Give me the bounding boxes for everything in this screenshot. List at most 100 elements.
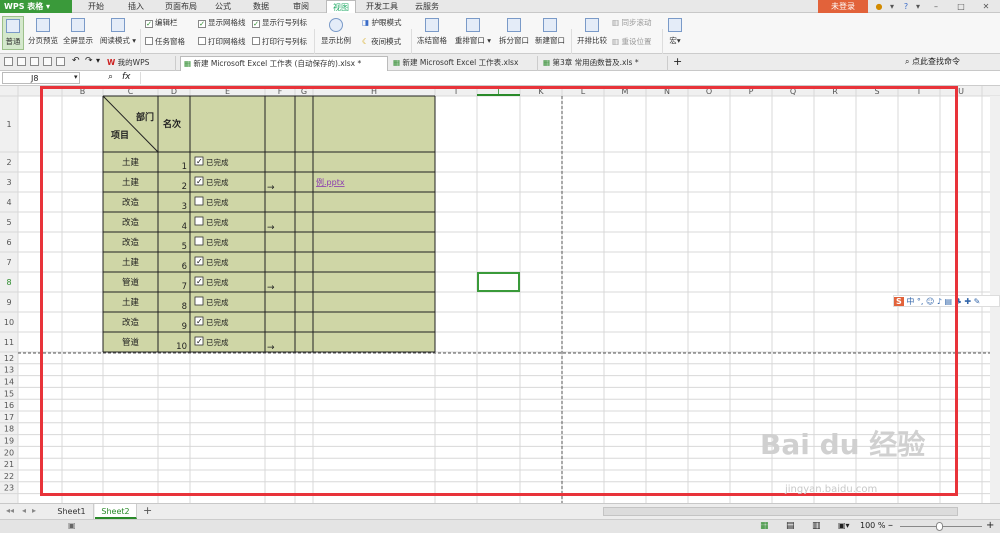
row-header-4[interactable]: 4 — [6, 198, 11, 207]
punctuation-icon[interactable]: °, — [917, 297, 924, 306]
zoom-out-icon[interactable]: – — [888, 520, 893, 531]
column-header-i[interactable]: I — [455, 87, 457, 96]
side-by-side-button[interactable]: 开排比较 — [574, 18, 610, 46]
column-header-m[interactable]: M — [622, 87, 629, 96]
item-cell[interactable]: 管道 — [122, 277, 140, 288]
formula-bar-checkbox[interactable]: ✓ 编辑栏 — [145, 17, 178, 28]
row-header-23[interactable]: 23 — [4, 484, 14, 493]
status-checkbox[interactable] — [194, 296, 204, 306]
headings-checkbox[interactable]: ✓ 显示行号列标 — [252, 17, 307, 28]
rank-cell[interactable]: 3 — [182, 202, 187, 212]
night-mode-button[interactable]: ☾ 夜间模式 — [362, 36, 401, 47]
rank-cell[interactable]: 6 — [182, 262, 187, 272]
item-cell[interactable]: 土建 — [122, 257, 140, 268]
login-button[interactable]: 未登录 — [818, 0, 868, 13]
help-icon[interactable]: ? — [900, 0, 912, 13]
zoom-preset-icon[interactable]: ▣▾ — [838, 521, 850, 530]
fx-icon[interactable]: fx — [122, 72, 131, 82]
zoom-in-icon[interactable]: + — [986, 520, 994, 531]
row-header-18[interactable]: 18 — [4, 425, 14, 434]
row-header-1[interactable]: 1 — [6, 120, 11, 129]
row-header-14[interactable]: 14 — [4, 378, 14, 387]
rank-cell[interactable]: 5 — [182, 242, 187, 252]
namebox-dropdown-icon[interactable]: ▾ — [74, 73, 78, 81]
row-header-15[interactable]: 15 — [4, 389, 14, 398]
gridlines-checkbox[interactable]: ✓ 显示网格线 — [198, 17, 246, 28]
tab-new-workbook[interactable]: ▦ 新建 Microsoft Excel 工作表.xlsx — [390, 56, 538, 71]
column-header-e[interactable]: E — [225, 87, 230, 96]
sheet-tab-sheet2[interactable]: Sheet2 — [95, 504, 137, 519]
ime-toolbar[interactable]: S 中 °, ☺ ♪ ▤ ♣ ✚ ✎ — [893, 295, 1000, 307]
item-cell[interactable]: 改造 — [122, 197, 140, 208]
macro-record-icon[interactable]: ▣ — [68, 521, 76, 530]
print-icon[interactable] — [43, 57, 52, 66]
menu-tab-home[interactable]: 开始 — [82, 0, 110, 13]
menu-tab-data[interactable]: 数据 — [246, 0, 276, 13]
rank-cell[interactable]: 9 — [182, 322, 187, 332]
menu-tab-review[interactable]: 审阅 — [286, 0, 316, 13]
print-gridlines-checkbox[interactable]: 打印网格线 — [198, 36, 246, 47]
tab-autosaved-workbook[interactable]: ▦ 新建 Microsoft Excel 工作表 (自动保存的).xlsx * — [180, 56, 388, 71]
row-header-22[interactable]: 22 — [4, 472, 14, 481]
undo-icon[interactable]: ↶ — [72, 56, 80, 66]
hyperlink-cell[interactable]: 例.pptx — [316, 177, 345, 187]
status-checkbox[interactable] — [194, 236, 204, 246]
row-header-2[interactable]: 2 — [6, 158, 11, 167]
arrow-cell[interactable]: → — [267, 223, 275, 233]
reset-position-button[interactable]: ▥ 重设位置 — [612, 36, 651, 47]
page-break-preview-button[interactable]: 分页预览 — [26, 18, 60, 46]
rank-cell[interactable]: 1 — [182, 162, 187, 172]
item-cell[interactable]: 土建 — [122, 297, 140, 308]
row-header-5[interactable]: 5 — [6, 218, 11, 227]
maximize-icon[interactable]: □ — [955, 0, 967, 13]
zoom-cell-icon[interactable]: ⌕ — [108, 72, 113, 82]
row-header-13[interactable]: 13 — [4, 366, 14, 375]
preview-icon[interactable] — [56, 57, 65, 66]
rank-cell[interactable]: 7 — [182, 282, 187, 292]
new-window-button[interactable]: 新建窗口 — [532, 18, 568, 46]
column-header-t[interactable]: T — [916, 87, 922, 96]
tab-chapter3[interactable]: ▦ 第3章 常用函数普及.xls * — [540, 56, 668, 71]
row-header-20[interactable]: 20 — [4, 448, 14, 457]
first-sheet-icon[interactable]: ◂◂ — [6, 506, 14, 515]
menu-tab-cloud[interactable]: 云服务 — [410, 0, 444, 13]
zoom-button[interactable]: 显示比例 — [318, 18, 354, 46]
freeze-panes-button[interactable]: 冻结窗格 — [414, 18, 450, 46]
column-header-h[interactable]: H — [371, 87, 377, 96]
eye-protection-button[interactable]: ◨ 护眼模式 — [362, 17, 401, 28]
prev-sheet-icon[interactable]: ◂ — [22, 506, 26, 515]
horizontal-scrollbar[interactable] — [603, 507, 958, 516]
settings-icon[interactable]: ▾ — [886, 0, 898, 13]
print-headings-checkbox[interactable]: 打印行号列标 — [252, 36, 307, 47]
customize-icon[interactable]: ▾ — [96, 56, 100, 65]
column-header-g[interactable]: G — [301, 87, 307, 96]
menu-tab-layout[interactable]: 页面布局 — [160, 0, 202, 13]
column-header-f[interactable]: F — [278, 87, 283, 96]
status-checkbox[interactable] — [194, 216, 204, 226]
column-header-o[interactable]: O — [706, 87, 712, 96]
rank-cell[interactable]: 8 — [182, 302, 187, 312]
row-header-16[interactable]: 16 — [4, 401, 14, 410]
page-break-status-icon[interactable]: ▤ — [786, 521, 795, 531]
skin-icon[interactable]: ♣ — [955, 297, 962, 306]
name-box[interactable]: J8 — [2, 72, 80, 84]
arrange-windows-button[interactable]: 重排窗口 ▾ — [452, 18, 494, 46]
reading-mode-button[interactable]: 阅读模式 ▾ — [98, 18, 138, 46]
tab-my-wps[interactable]: W 我的WPS — [104, 56, 176, 71]
add-sheet-icon[interactable]: + — [143, 504, 152, 517]
new-icon[interactable] — [4, 57, 13, 66]
status-checkbox[interactable] — [194, 196, 204, 206]
split-window-button[interactable]: 拆分窗口 — [496, 18, 532, 46]
row-header-11[interactable]: 11 — [4, 338, 14, 347]
row-header-21[interactable]: 21 — [4, 460, 14, 469]
menu-tab-formula[interactable]: 公式 — [208, 0, 238, 13]
row-header-19[interactable]: 19 — [4, 437, 14, 446]
macro-button[interactable]: 宏▾ — [664, 18, 686, 46]
column-header-q[interactable]: Q — [790, 87, 796, 96]
search-command[interactable]: ⌕ 点此查找命令 — [905, 56, 960, 67]
fullscreen-button[interactable]: 全屏显示 — [62, 18, 94, 46]
open-icon[interactable] — [17, 57, 26, 66]
row-header-3[interactable]: 3 — [6, 178, 11, 187]
item-cell[interactable]: 改造 — [122, 217, 140, 228]
selected-cell-j8[interactable] — [477, 272, 520, 292]
